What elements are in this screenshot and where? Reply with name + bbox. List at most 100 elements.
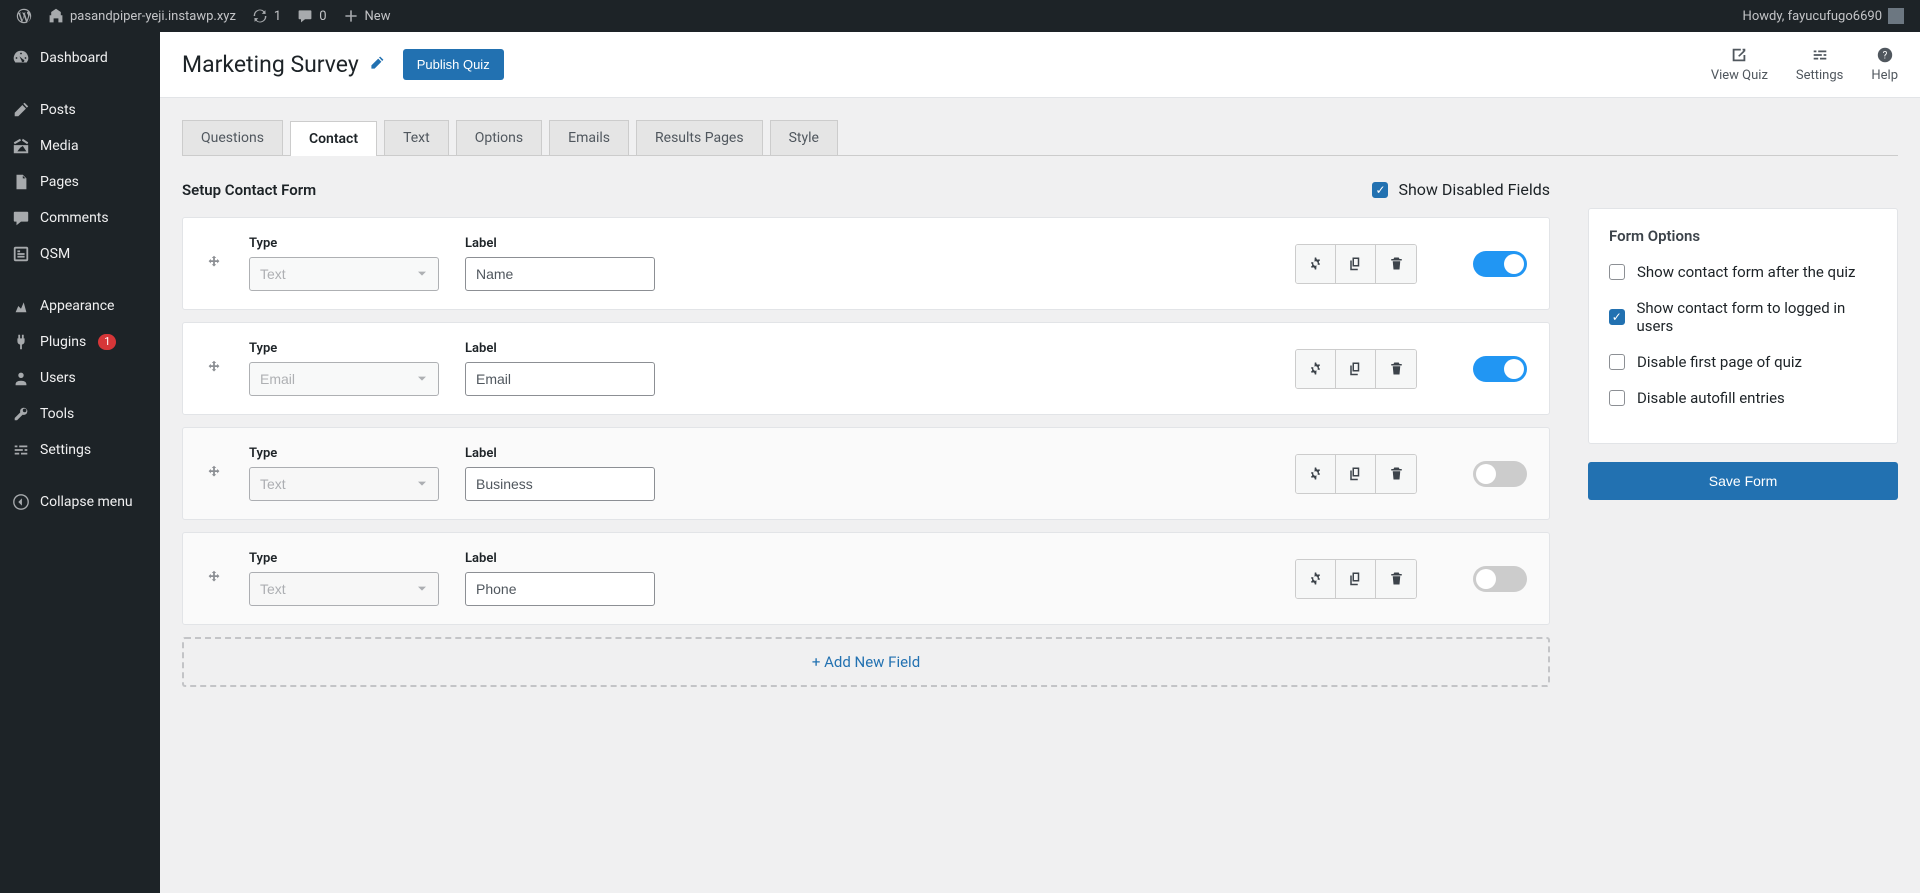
new-link[interactable]: New bbox=[335, 0, 399, 32]
tab-style[interactable]: Style bbox=[770, 120, 838, 155]
field-delete-button[interactable] bbox=[1376, 245, 1416, 283]
section-title: Setup Contact Form bbox=[182, 181, 316, 199]
option-label: Show contact form to logged in users bbox=[1637, 299, 1878, 335]
option-checkbox[interactable] bbox=[1609, 264, 1625, 280]
sidebar-item-dashboard[interactable]: Dashboard bbox=[0, 40, 160, 76]
sidebar-label: Pages bbox=[40, 174, 79, 190]
drag-handle-icon[interactable] bbox=[205, 253, 223, 275]
option-checkbox[interactable] bbox=[1609, 354, 1625, 370]
field-settings-button[interactable] bbox=[1296, 245, 1336, 283]
field-label-input[interactable] bbox=[465, 257, 655, 291]
sidebar-item-collapse[interactable]: Collapse menu bbox=[0, 484, 160, 520]
howdy-link[interactable]: Howdy, fayucufugo6690 bbox=[1735, 0, 1912, 32]
form-option-row[interactable]: Disable autofill entries bbox=[1609, 389, 1877, 407]
save-form-button[interactable]: Save Form bbox=[1588, 462, 1898, 500]
drag-handle-icon[interactable] bbox=[205, 568, 223, 590]
form-option-row[interactable]: Show contact form after the quiz bbox=[1609, 263, 1877, 281]
admin-bar: pasandpiper-yeji.instawp.xyz 1 0 New How… bbox=[0, 0, 1920, 32]
label-heading: Label bbox=[465, 446, 655, 461]
option-label: Disable first page of quiz bbox=[1637, 353, 1802, 371]
sidebar-item-qsm[interactable]: QSM bbox=[0, 236, 160, 272]
field-type-select[interactable]: Email bbox=[249, 362, 439, 396]
settings-button[interactable]: Settings bbox=[1796, 46, 1843, 83]
tab-contact[interactable]: Contact bbox=[290, 121, 377, 156]
label-heading: Label bbox=[465, 341, 655, 356]
drag-handle-icon[interactable] bbox=[205, 358, 223, 380]
drag-handle-icon[interactable] bbox=[205, 463, 223, 485]
sidebar-item-users[interactable]: Users bbox=[0, 360, 160, 396]
show-disabled-fields-toggle[interactable]: Show Disabled Fields bbox=[1372, 180, 1550, 199]
sidebar-item-posts[interactable]: Posts bbox=[0, 92, 160, 128]
tab-results-pages[interactable]: Results Pages bbox=[636, 120, 763, 155]
contact-field-row: TypeTextLabel bbox=[182, 532, 1550, 625]
form-option-row[interactable]: Show contact form to logged in users bbox=[1609, 299, 1877, 335]
sidebar-item-plugins[interactable]: Plugins1 bbox=[0, 324, 160, 360]
sidebar-item-settings[interactable]: Settings bbox=[0, 432, 160, 468]
form-options-title: Form Options bbox=[1609, 227, 1877, 245]
field-label-input[interactable] bbox=[465, 572, 655, 606]
add-new-field-button[interactable]: + Add New Field bbox=[182, 637, 1550, 687]
field-settings-button[interactable] bbox=[1296, 560, 1336, 598]
sidebar-item-appearance[interactable]: Appearance bbox=[0, 288, 160, 324]
sidebar-label: Plugins bbox=[40, 334, 86, 350]
field-type-select[interactable]: Text bbox=[249, 572, 439, 606]
admin-sidebar: Dashboard Posts Media Pages Comments QSM… bbox=[0, 32, 160, 893]
sidebar-label: Settings bbox=[40, 442, 91, 458]
field-duplicate-button[interactable] bbox=[1336, 350, 1376, 388]
comments-count: 0 bbox=[319, 9, 326, 24]
field-settings-button[interactable] bbox=[1296, 350, 1336, 388]
sidebar-label: Comments bbox=[40, 210, 109, 226]
field-enable-toggle[interactable] bbox=[1473, 461, 1527, 487]
sidebar-label: Users bbox=[40, 370, 76, 386]
show-disabled-checkbox[interactable] bbox=[1372, 182, 1388, 198]
tab-options[interactable]: Options bbox=[456, 120, 542, 155]
help-button[interactable]: ?Help bbox=[1871, 46, 1898, 83]
field-enable-toggle[interactable] bbox=[1473, 251, 1527, 277]
wp-logo[interactable] bbox=[8, 0, 40, 32]
sidebar-item-tools[interactable]: Tools bbox=[0, 396, 160, 432]
field-delete-button[interactable] bbox=[1376, 350, 1416, 388]
field-duplicate-button[interactable] bbox=[1336, 245, 1376, 283]
field-delete-button[interactable] bbox=[1376, 455, 1416, 493]
field-settings-button[interactable] bbox=[1296, 455, 1336, 493]
contact-field-row: TypeTextLabel bbox=[182, 217, 1550, 310]
option-checkbox[interactable] bbox=[1609, 390, 1625, 406]
field-actions bbox=[1295, 454, 1417, 494]
field-actions bbox=[1295, 244, 1417, 284]
refresh-link[interactable]: 1 bbox=[244, 0, 289, 32]
sidebar-item-pages[interactable]: Pages bbox=[0, 164, 160, 200]
edit-title-icon[interactable] bbox=[369, 55, 385, 75]
tab-questions[interactable]: Questions bbox=[182, 120, 283, 155]
sidebar-item-media[interactable]: Media bbox=[0, 128, 160, 164]
comments-link[interactable]: 0 bbox=[289, 0, 334, 32]
site-name-link[interactable]: pasandpiper-yeji.instawp.xyz bbox=[40, 0, 244, 32]
sidebar-item-comments[interactable]: Comments bbox=[0, 200, 160, 236]
settings-label: Settings bbox=[1796, 68, 1843, 83]
type-heading: Type bbox=[249, 446, 439, 461]
option-checkbox[interactable] bbox=[1609, 309, 1625, 325]
publish-quiz-button[interactable]: Publish Quiz bbox=[403, 49, 504, 80]
label-heading: Label bbox=[465, 236, 655, 251]
field-duplicate-button[interactable] bbox=[1336, 455, 1376, 493]
field-enable-toggle[interactable] bbox=[1473, 566, 1527, 592]
new-label: New bbox=[365, 9, 391, 24]
tab-text[interactable]: Text bbox=[384, 120, 449, 155]
contact-field-row: Type Email Label bbox=[182, 322, 1550, 415]
field-label-input[interactable] bbox=[465, 467, 655, 501]
sidebar-label: Dashboard bbox=[40, 50, 108, 66]
field-label-input[interactable] bbox=[465, 362, 655, 396]
field-duplicate-button[interactable] bbox=[1336, 560, 1376, 598]
form-option-row[interactable]: Disable first page of quiz bbox=[1609, 353, 1877, 371]
main-content: Marketing Survey Publish Quiz View Quiz … bbox=[160, 32, 1920, 893]
avatar bbox=[1888, 8, 1904, 24]
sidebar-label: Appearance bbox=[40, 298, 114, 314]
type-heading: Type bbox=[249, 341, 439, 356]
tab-emails[interactable]: Emails bbox=[549, 120, 629, 155]
help-label: Help bbox=[1871, 68, 1898, 83]
field-enable-toggle[interactable] bbox=[1473, 356, 1527, 382]
field-type-select[interactable]: Text bbox=[249, 467, 439, 501]
view-quiz-button[interactable]: View Quiz bbox=[1711, 46, 1768, 83]
field-type-select[interactable]: Text bbox=[249, 257, 439, 291]
field-delete-button[interactable] bbox=[1376, 560, 1416, 598]
show-disabled-label: Show Disabled Fields bbox=[1398, 180, 1550, 199]
